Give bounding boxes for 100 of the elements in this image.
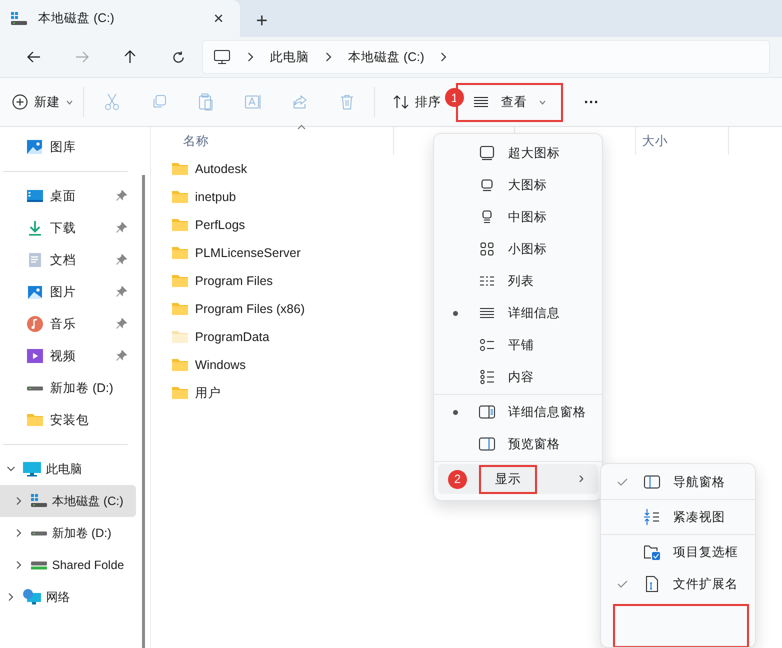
menu-item[interactable]: 导航窗格 [601,466,755,498]
sort-ascending-icon [297,124,306,130]
pin-icon[interactable] [116,318,127,329]
menu-item[interactable]: 平铺 [434,329,602,361]
sidebar-item[interactable]: 图库 [0,131,136,163]
picture-icon [26,283,44,301]
tree-item[interactable]: 网络 [0,581,136,613]
menu-item[interactable]: 小图标 [434,233,602,265]
column-header[interactable]: 大小 [636,127,729,155]
chevron-icon[interactable] [440,52,448,62]
menu-item[interactable]: 详细信息 [434,297,602,329]
expand-chevron-icon[interactable] [6,464,16,474]
monitor-icon [479,177,495,193]
download-icon [26,219,44,237]
menu-item[interactable]: 2 显示 › [438,464,598,494]
sidebar-item[interactable]: 文档 [0,244,136,276]
refresh-icon[interactable] [172,50,184,64]
menu-item[interactable]: 中图标 [434,201,602,233]
sort-icon [393,94,409,110]
menu-item[interactable]: 预览窗格 [434,428,602,460]
sidebar-item[interactable]: 桌面 [0,180,136,212]
view-button[interactable]: 查看 [461,88,558,116]
folder-icon [26,412,44,428]
tree-item[interactable]: Shared Folde [0,549,136,581]
file-name[interactable]: Program Files (x86) [195,302,305,316]
tree-item[interactable]: 本地磁盘 (C:) [0,485,136,517]
music-icon [26,315,44,333]
chevron-icon[interactable] [325,52,332,62]
file-name[interactable]: Autodesk [195,162,248,176]
sidebar-item[interactable]: 音乐 [0,308,136,340]
pin-icon[interactable] [116,254,127,265]
more-button[interactable]: ··· [578,88,605,116]
breadcrumb-item[interactable]: 本地磁盘 (C:) [348,48,424,66]
collapse-chevron-icon[interactable] [14,560,24,570]
menu-item[interactable]: 大图标 [434,169,602,201]
menu-item[interactable]: 紧凑视图 [601,501,755,533]
file-name[interactable]: PerfLogs [195,218,246,232]
menu-item[interactable]: 项目复选框 [601,536,755,568]
pin-icon[interactable] [116,190,127,201]
new-button[interactable]: 新建 [6,88,79,116]
cut-icon[interactable] [104,93,120,111]
tiles-icon [479,337,495,353]
column-header[interactable]: 名称 [151,127,394,155]
menu-item[interactable]: 文件扩展名 [601,568,755,600]
tree-item[interactable]: 新加卷 (D:) [0,517,136,549]
up-icon[interactable] [124,50,136,64]
menu-item[interactable]: 内容 [434,361,602,393]
file-name[interactable]: 用户 [195,384,221,402]
close-icon[interactable]: ✕ [207,10,230,26]
folder-checkbox-icon [643,543,661,561]
file-icon [644,575,660,593]
pane-icon [643,474,661,490]
breadcrumb-item[interactable]: 此电脑 [270,48,309,66]
rename-icon[interactable] [244,94,262,110]
menu-item[interactable]: 超大图标 [434,137,602,169]
share-icon[interactable] [292,94,308,110]
menu-item[interactable]: 详细信息窗格 [434,396,602,428]
collapse-chevron-icon[interactable] [14,496,24,506]
file-name[interactable]: Program Files [195,274,273,288]
address-bar[interactable]: 此电脑 本地磁盘 (C:) [202,40,770,74]
sidebar-item[interactable]: 新加卷 (D:) [0,372,136,404]
sidebar-item[interactable]: 下载 [0,212,136,244]
caret-icon [66,100,73,104]
add-icon [12,94,28,110]
forward-icon[interactable] [75,51,89,63]
delete-icon[interactable] [340,94,354,110]
file-name[interactable]: inetpub [195,190,236,204]
sidebar-item[interactable]: 视频 [0,340,136,372]
pin-icon[interactable] [116,350,127,361]
collapse-chevron-icon[interactable] [6,592,16,602]
network-drive-icon [30,560,48,570]
computer-icon [22,460,42,478]
list-icon [473,96,489,108]
copy-icon[interactable] [150,94,166,110]
drive-icon [26,386,44,390]
pin-icon[interactable] [116,286,127,297]
pin-icon[interactable] [116,222,127,233]
compact-icon [643,508,661,526]
monitor-icon [479,145,495,161]
system-drive-icon [30,492,48,510]
content-icon [479,369,495,385]
tab[interactable]: 本地磁盘 (C:) ✕ [0,0,240,37]
collapse-chevron-icon[interactable] [14,528,24,538]
tree-item[interactable]: 此电脑 [0,453,136,485]
menu-item[interactable]: 列表 [434,265,602,297]
back-icon[interactable] [27,51,41,63]
submenu-arrow-icon: › [578,470,584,488]
file-name[interactable]: PLMLicenseServer [195,246,301,260]
paste-icon[interactable] [198,93,214,111]
caret-icon [539,100,546,104]
file-name[interactable]: ProgramData [195,330,270,344]
sort-button[interactable]: 排序 [387,88,447,116]
computer-icon [213,49,231,65]
new-tab-button[interactable]: + [256,11,268,31]
file-name[interactable]: Windows [195,358,246,372]
sidebar-item[interactable]: 安装包 [0,404,136,436]
list-icon [479,305,495,321]
chevron-icon[interactable] [247,52,254,62]
network-icon [22,588,42,606]
sidebar-item[interactable]: 图片 [0,276,136,308]
